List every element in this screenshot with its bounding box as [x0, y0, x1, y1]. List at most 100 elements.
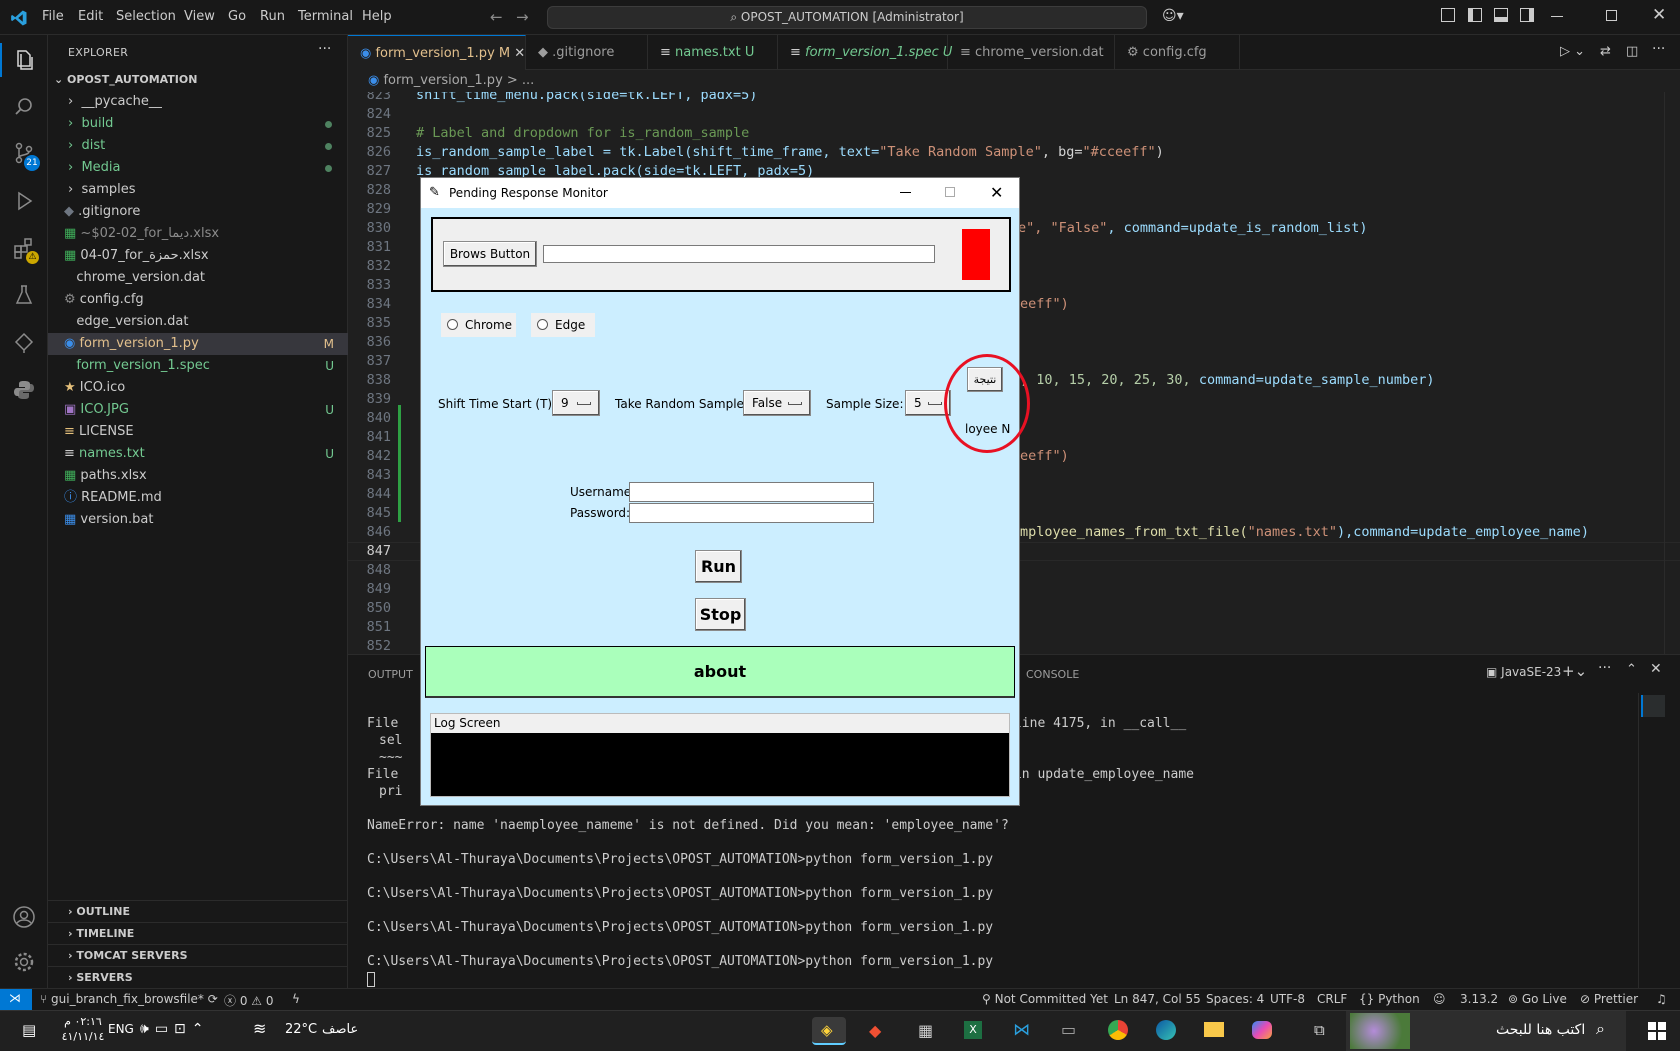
taskbar-python-app[interactable]: ◈ — [812, 1017, 846, 1045]
taskbar-file-manager[interactable]: ▭ — [1052, 1017, 1086, 1045]
menu-edit[interactable]: Edit — [78, 9, 103, 24]
system-tray-icons[interactable]: 🕪▭⊡⌃ — [140, 1021, 210, 1037]
tree-folder-media[interactable]: › Media — [48, 157, 348, 179]
indentation[interactable]: Spaces: 4 — [1206, 992, 1264, 1006]
terminal-instance-icon[interactable] — [1641, 695, 1665, 717]
edge-radio[interactable]: Edge — [531, 313, 595, 337]
log-output[interactable] — [431, 733, 1009, 796]
menu-go[interactable]: Go — [228, 9, 246, 24]
tab-names-txt[interactable]: ≡ names.txt U — [648, 35, 778, 70]
close-panel-icon[interactable]: ✕ — [1650, 661, 1662, 677]
tree-file-xlsx-temp[interactable]: ▦ ~$02-02_for_ديما.xlsx — [48, 223, 348, 245]
go-live[interactable]: ⊚ Go Live — [1508, 992, 1567, 1006]
tree-folder-dist[interactable]: › dist — [48, 135, 348, 157]
tk-close-icon[interactable]: ✕ — [990, 178, 1003, 208]
new-terminal-icon[interactable]: +⌄ — [1562, 662, 1587, 680]
menu-run[interactable]: Run — [260, 9, 285, 24]
run-file-icon[interactable]: ▷ ⌄ — [1560, 44, 1585, 59]
weather-condition[interactable]: عاصف — [322, 1022, 358, 1037]
copilot-status-icon[interactable]: ☺ — [1433, 992, 1446, 1006]
tk-maximize-icon[interactable] — [945, 187, 955, 197]
menu-help[interactable]: Help — [362, 9, 392, 24]
terminal-selector[interactable]: ▣ JavaSE-23 — [1486, 665, 1561, 679]
minimize-icon[interactable] — [1551, 16, 1563, 17]
command-center[interactable]: ⌕ OPOST_AUTOMATION [Administrator] — [547, 6, 1147, 29]
tree-file-license[interactable]: ≡ LICENSE — [48, 421, 348, 443]
tree-file-ico-jpg[interactable]: ▣ ICO.JPG U — [48, 399, 348, 421]
stop-button[interactable]: Stop — [695, 598, 746, 631]
tree-file-paths-xlsx[interactable]: ▦ paths.xlsx — [48, 465, 348, 487]
tk-minimize-icon[interactable] — [900, 192, 911, 193]
tab-form-version-spec[interactable]: ≡ form_version_1.spec U — [778, 35, 952, 70]
tree-file-readme[interactable]: ⓘ README.md — [48, 487, 348, 509]
notification-icon[interactable]: ▤ — [22, 1021, 36, 1039]
run-button[interactable]: Run — [695, 550, 742, 583]
forward-arrow-icon[interactable]: → — [516, 8, 529, 26]
tree-file-chrome-version[interactable]: chrome_version.dat — [48, 267, 348, 289]
tab-form-version-py[interactable]: ◉ form_version_1.py M ✕ — [348, 35, 526, 70]
tree-file-names-txt[interactable]: ≡ names.txt U — [48, 443, 348, 465]
weather-temp[interactable]: 22°C — [285, 1022, 317, 1037]
more-actions-icon[interactable]: ··· — [1652, 41, 1665, 57]
section-servers[interactable]: › SERVERS — [48, 966, 348, 988]
chrome-radio[interactable]: Chrome — [441, 313, 516, 337]
close-tab-icon[interactable]: ✕ — [514, 46, 525, 61]
tree-file-xlsx[interactable]: ▦ 04-07_for_حمزة.xlsx — [48, 245, 348, 267]
line-ending[interactable]: CRLF — [1317, 992, 1347, 1006]
tk-title-bar[interactable]: ✎ Pending Response Monitor ✕ — [421, 178, 1019, 208]
username-input[interactable] — [629, 482, 874, 502]
taskbar-vscode[interactable]: ⋈ — [1004, 1017, 1038, 1045]
encoding[interactable]: UTF-8 — [1270, 992, 1305, 1006]
back-arrow-icon[interactable]: ← — [490, 8, 503, 26]
taskbar-git-app[interactable]: ◆ — [860, 1017, 894, 1045]
toggle-panel-icon[interactable] — [1494, 8, 1508, 22]
close-icon[interactable]: ✕ — [1652, 5, 1666, 25]
tree-file-ico[interactable]: ★ ICO.ico — [48, 377, 348, 399]
tree-file-config[interactable]: ⚙ config.cfg — [48, 289, 348, 311]
shift-time-dropdown[interactable]: 9 — [552, 390, 600, 416]
menu-file[interactable]: File — [42, 9, 64, 24]
toggle-secondary-sidebar-icon[interactable] — [1520, 8, 1534, 22]
more-actions-icon[interactable]: ··· — [1598, 660, 1611, 676]
run-debug-icon[interactable] — [12, 189, 36, 213]
prettier[interactable]: ⊘ Prettier — [1580, 992, 1638, 1006]
menu-selection[interactable]: Selection — [116, 9, 176, 24]
tree-folder-samples[interactable]: › samples — [48, 179, 348, 201]
settings-gear-icon[interactable] — [12, 950, 36, 974]
editor-scrollbar[interactable] — [1664, 92, 1678, 654]
language-indicator[interactable]: ENG — [108, 1022, 134, 1036]
taskbar-copilot[interactable] — [1244, 1017, 1278, 1045]
explorer-root[interactable]: ⌄ OPOST_AUTOMATION — [48, 69, 348, 91]
section-tomcat[interactable]: › TOMCAT SERVERS — [48, 944, 348, 966]
tree-file-edge-version[interactable]: edge_version.dat — [48, 311, 348, 333]
maximize-panel-icon[interactable]: ⌃ — [1626, 662, 1637, 677]
panel-tab-output[interactable]: OUTPUT — [368, 668, 413, 681]
taskbar-calculator[interactable]: ▦ — [908, 1017, 942, 1045]
taskbar-excel[interactable]: X — [956, 1017, 990, 1045]
taskbar-explorer[interactable] — [1196, 1017, 1230, 1045]
tree-file-gitignore[interactable]: ◆ .gitignore — [48, 201, 348, 223]
tab-gitignore[interactable]: ◆ .gitignore — [526, 35, 648, 70]
layout-customize-icon[interactable] — [1441, 8, 1455, 22]
branch-status[interactable]: ⑂ gui_branch_fix_browsfile* ⟳ — [40, 992, 218, 1006]
section-timeline[interactable]: › TIMELINE — [48, 922, 348, 944]
split-editor-icon[interactable]: ◫ — [1626, 44, 1638, 59]
random-sample-dropdown[interactable]: False — [743, 390, 811, 416]
notifications-bell-icon[interactable]: ♫ — [1656, 992, 1667, 1006]
lightning-icon[interactable]: ϟ — [292, 992, 300, 1006]
panel-tab-console[interactable]: CONSOLE — [1026, 668, 1079, 681]
python-icon[interactable] — [12, 378, 36, 402]
tree-file-form-version-py[interactable]: ◉ form_version_1.py M — [48, 333, 348, 355]
browse-button[interactable]: Brows Button — [443, 241, 537, 267]
tab-chrome-version[interactable]: ≡ chrome_version.dat — [948, 35, 1115, 70]
menu-view[interactable]: View — [184, 9, 215, 24]
tab-config[interactable]: ⚙ config.cfg — [1115, 35, 1240, 70]
more-actions-icon[interactable]: ··· — [318, 41, 331, 57]
tree-folder-pycache[interactable]: › __pycache__ — [48, 91, 348, 113]
taskbar-edge[interactable] — [1148, 1017, 1182, 1045]
tree-file-form-version-spec[interactable]: form_version_1.spec U — [48, 355, 348, 377]
restore-icon[interactable] — [1606, 10, 1617, 21]
toggle-sidebar-icon[interactable] — [1468, 8, 1482, 22]
language-mode[interactable]: {} Python — [1359, 992, 1420, 1006]
clock[interactable]: ٠٢:١٦ م ٤١/١١/١٤ — [58, 1014, 108, 1044]
